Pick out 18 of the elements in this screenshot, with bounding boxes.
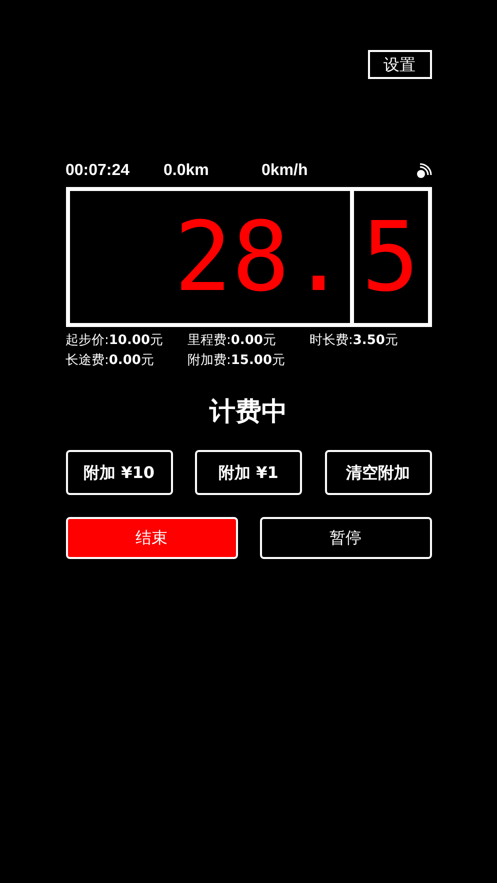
fee-item: 长途费:0.00元 (66, 352, 155, 370)
elapsed-time: 00:07:24 (66, 161, 131, 181)
end-button[interactable]: 结束 (66, 517, 238, 559)
fee-item: 起步价:10.00元 (66, 332, 164, 350)
fee-item: 时长费:3.50元 (310, 332, 399, 350)
fee-item: 里程费:0.00元 (188, 332, 277, 350)
pause-button[interactable]: 暂停 (260, 517, 432, 559)
fare-decimal: 5 (362, 209, 420, 305)
surcharge-button[interactable]: 附加 ¥1 (195, 450, 302, 495)
settings-button[interactable]: 设置 (368, 50, 432, 79)
signal-icon (416, 163, 432, 179)
distance-reading: 0.0km (164, 161, 210, 181)
surcharge-button[interactable]: 附加 ¥10 (66, 450, 172, 495)
status-title: 计费中 (210, 396, 288, 429)
surcharge-button[interactable]: 清空附加 (324, 450, 432, 495)
speed-reading: 0km/h (262, 161, 308, 181)
fee-item: 附加费:15.00元 (188, 352, 286, 370)
fare-integer: 28. (174, 209, 348, 305)
